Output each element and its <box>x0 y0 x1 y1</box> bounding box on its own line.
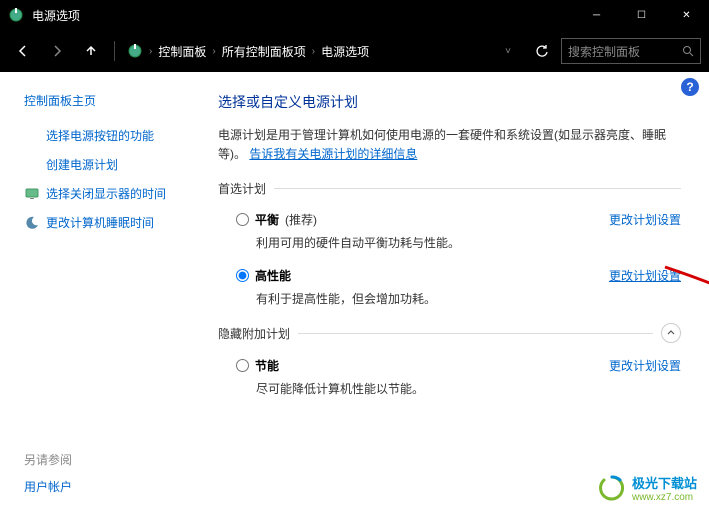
breadcrumb-item[interactable]: 电源选项 <box>321 43 369 60</box>
plan-radio-label[interactable]: 高性能 <box>236 267 609 284</box>
close-button[interactable]: ✕ <box>664 0 709 30</box>
sidebar-link-sleep[interactable]: 更改计算机睡眠时间 <box>24 214 188 231</box>
help-icon[interactable]: ? <box>681 78 699 96</box>
group-label: 隐藏附加计划 <box>218 325 290 342</box>
separator <box>114 41 115 61</box>
page-heading: 选择或自定义电源计划 <box>218 92 681 112</box>
app-icon <box>8 7 24 23</box>
collapse-button[interactable] <box>661 323 681 343</box>
divider <box>274 188 681 189</box>
change-plan-settings-link[interactable]: 更改计划设置 <box>609 211 681 228</box>
maximize-button[interactable]: ☐ <box>619 0 664 30</box>
sidebar: 控制面板主页 选择电源按钮的功能 创建电源计划 选择关闭显示器的时间 更改计算机… <box>0 72 200 511</box>
back-button[interactable] <box>8 36 38 66</box>
refresh-button[interactable] <box>527 36 557 66</box>
spacer-icon <box>24 157 40 173</box>
moon-icon <box>24 215 40 231</box>
search-input[interactable]: 搜索控制面板 <box>561 38 701 64</box>
breadcrumb-item[interactable]: 控制面板 <box>158 43 206 60</box>
search-placeholder: 搜索控制面板 <box>568 43 640 60</box>
sidebar-link-label: 选择关闭显示器的时间 <box>46 185 166 202</box>
sidebar-link-label: 更改计算机睡眠时间 <box>46 214 154 231</box>
change-plan-settings-link[interactable]: 更改计划设置 <box>609 267 681 284</box>
sidebar-link-power-button[interactable]: 选择电源按钮的功能 <box>24 127 188 144</box>
user-accounts-link[interactable]: 用户帐户 <box>24 478 72 495</box>
main-panel: ? 选择或自定义电源计划 电源计划是用于管理计算机如何使用电源的一套硬件和系统设… <box>200 72 709 511</box>
plan-radio[interactable] <box>236 269 249 282</box>
plan-radio[interactable] <box>236 213 249 226</box>
power-plan: 高性能有利于提高性能，但会增加功耗。更改计划设置 <box>236 267 681 307</box>
plan-name: 节能 <box>255 357 279 374</box>
breadcrumb-dropdown[interactable]: ˅ <box>493 46 523 57</box>
power-icon <box>127 43 143 59</box>
plan-description: 利用可用的硬件自动平衡功耗与性能。 <box>256 234 609 251</box>
window-title: 电源选项 <box>32 7 574 24</box>
plan-suffix: (推荐) <box>285 211 317 228</box>
navigation-bar: › 控制面板 › 所有控制面板项 › 电源选项 ˅ 搜索控制面板 <box>0 30 709 72</box>
spacer-icon <box>24 128 40 144</box>
control-panel-home-link[interactable]: 控制面板主页 <box>24 92 188 109</box>
see-also-label: 另请参阅 <box>24 451 72 468</box>
sidebar-link-display-off[interactable]: 选择关闭显示器的时间 <box>24 185 188 202</box>
chevron-right-icon: › <box>312 46 315 57</box>
sidebar-link-label: 创建电源计划 <box>46 156 118 173</box>
group-label: 首选计划 <box>218 180 266 197</box>
plan-description: 有利于提高性能，但会增加功耗。 <box>256 290 609 307</box>
breadcrumb[interactable]: › 控制面板 › 所有控制面板项 › 电源选项 <box>123 37 489 65</box>
content-area: 控制面板主页 选择电源按钮的功能 创建电源计划 选择关闭显示器的时间 更改计算机… <box>0 72 709 511</box>
sidebar-link-label: 选择电源按钮的功能 <box>46 127 154 144</box>
hidden-plans-group: 隐藏附加计划 <box>218 323 681 345</box>
page-description: 电源计划是用于管理计算机如何使用电源的一套硬件和系统设置(如显示器亮度、睡眠等)… <box>218 126 681 164</box>
sidebar-footer: 另请参阅 用户帐户 <box>24 451 72 495</box>
minimize-button[interactable]: ─ <box>574 0 619 30</box>
preferred-plans-group: 首选计划 <box>218 180 681 199</box>
change-plan-settings-link[interactable]: 更改计划设置 <box>609 357 681 374</box>
search-icon <box>682 45 694 57</box>
window-titlebar: 电源选项 ─ ☐ ✕ <box>0 0 709 30</box>
up-button[interactable] <box>76 36 106 66</box>
power-plan: 平衡 (推荐) 利用可用的硬件自动平衡功耗与性能。更改计划设置 <box>236 211 681 251</box>
monitor-icon <box>24 186 40 202</box>
more-info-link[interactable]: 告诉我有关电源计划的详细信息 <box>249 147 417 161</box>
forward-button[interactable] <box>42 36 72 66</box>
plan-name: 高性能 <box>255 267 291 284</box>
plan-radio-label[interactable]: 平衡 (推荐) <box>236 211 609 228</box>
sidebar-link-create-plan[interactable]: 创建电源计划 <box>24 156 188 173</box>
plan-description: 尽可能降低计算机性能以节能。 <box>256 380 609 397</box>
power-plan: 节能尽可能降低计算机性能以节能。更改计划设置 <box>236 357 681 397</box>
plan-radio[interactable] <box>236 359 249 372</box>
divider <box>298 333 653 334</box>
breadcrumb-item[interactable]: 所有控制面板项 <box>222 43 306 60</box>
chevron-right-icon: › <box>212 46 215 57</box>
plan-radio-label[interactable]: 节能 <box>236 357 609 374</box>
chevron-right-icon: › <box>149 46 152 57</box>
plan-name: 平衡 <box>255 211 279 228</box>
